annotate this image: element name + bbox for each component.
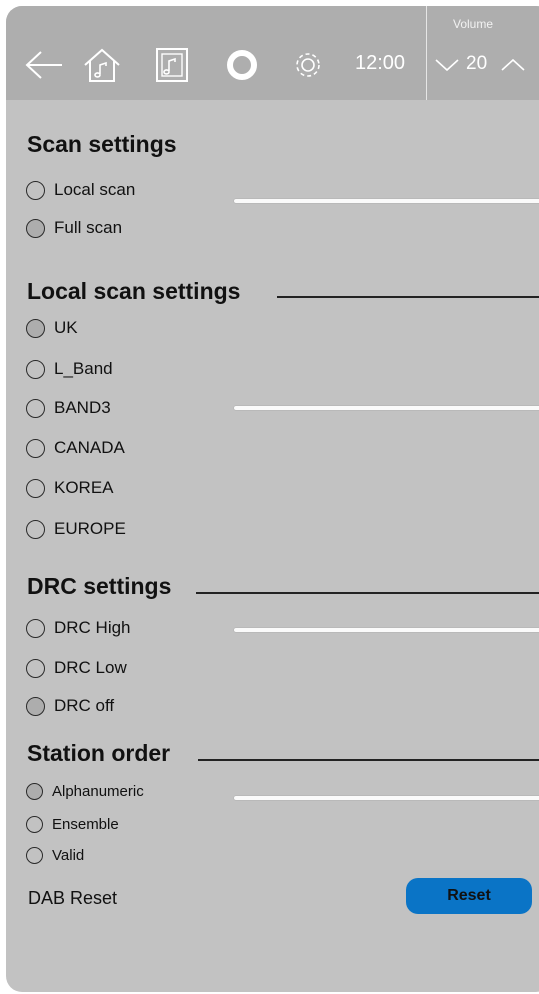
gear-icon[interactable] bbox=[290, 46, 326, 84]
radio-option-l-band[interactable]: L_Band bbox=[26, 359, 113, 379]
local-scan-slider[interactable] bbox=[234, 406, 539, 410]
radio-button[interactable] bbox=[26, 519, 45, 539]
radio-label: DRC High bbox=[54, 618, 131, 637]
radio-button[interactable] bbox=[26, 478, 45, 498]
radio-option-drc-high[interactable]: DRC High bbox=[26, 618, 131, 638]
radio-option-ensemble[interactable]: Ensemble bbox=[26, 816, 119, 833]
volume-divider bbox=[426, 6, 427, 100]
dab-reset-label: DAB Reset bbox=[28, 888, 118, 908]
back-arrow-icon[interactable] bbox=[24, 46, 64, 84]
radio-button[interactable] bbox=[26, 696, 45, 716]
radio-option-drc-low[interactable]: DRC Low bbox=[26, 658, 127, 678]
chevron-up-icon[interactable] bbox=[500, 46, 526, 84]
scan-settings-slider[interactable] bbox=[234, 199, 539, 203]
clock: 12:00 bbox=[355, 52, 406, 74]
radio-button[interactable] bbox=[26, 438, 45, 458]
home-icon[interactable] bbox=[82, 46, 122, 84]
volume-value: 20 bbox=[466, 53, 488, 74]
radio-option-full-scan[interactable]: Full scan bbox=[26, 218, 122, 238]
chevron-down-icon[interactable] bbox=[434, 46, 460, 84]
radio-label: CANADA bbox=[54, 438, 125, 457]
radio-button[interactable] bbox=[26, 359, 45, 379]
section-divider bbox=[198, 759, 539, 761]
volume-label: Volume bbox=[453, 17, 494, 31]
radio-button[interactable] bbox=[26, 398, 45, 418]
top-bar: 12:00 Volume 20 bbox=[6, 6, 539, 100]
radio-button[interactable] bbox=[26, 218, 45, 238]
section-title-local-scan-settings: Local scan settings bbox=[27, 278, 241, 304]
radio-button[interactable] bbox=[26, 180, 45, 200]
section-divider bbox=[196, 592, 539, 594]
music-icon[interactable] bbox=[155, 46, 189, 84]
station-order-slider[interactable] bbox=[234, 796, 539, 800]
section-divider bbox=[277, 296, 539, 298]
radio-option-korea[interactable]: KOREA bbox=[26, 478, 114, 498]
radio-label: Ensemble bbox=[52, 816, 119, 833]
radio-button[interactable] bbox=[26, 318, 45, 338]
section-title-drc-settings: DRC settings bbox=[27, 573, 172, 599]
radio-option-uk[interactable]: UK bbox=[26, 318, 78, 338]
radio-label: DRC Low bbox=[54, 658, 127, 677]
radio-option-europe[interactable]: EUROPE bbox=[26, 519, 126, 539]
radio-label: DRC off bbox=[54, 696, 115, 715]
radio-option-local-scan[interactable]: Local scan bbox=[26, 180, 135, 200]
radio-option-valid[interactable]: Valid bbox=[26, 847, 84, 864]
radio-label: KOREA bbox=[54, 478, 114, 497]
section-title-station-order: Station order bbox=[27, 740, 171, 766]
settings-panel: 12:00 Volume 20 Scan settings Local scan… bbox=[6, 6, 539, 992]
radio-label: EUROPE bbox=[54, 519, 126, 538]
reset-button[interactable]: Reset bbox=[406, 878, 532, 914]
radio-button[interactable] bbox=[26, 847, 43, 864]
radio-option-alphanumeric[interactable]: Alphanumeric bbox=[26, 783, 144, 800]
circle-icon[interactable] bbox=[224, 46, 260, 84]
section-title-scan-settings: Scan settings bbox=[27, 131, 177, 157]
radio-option-canada[interactable]: CANADA bbox=[26, 438, 125, 458]
radio-label: UK bbox=[54, 318, 78, 337]
radio-button[interactable] bbox=[26, 783, 43, 800]
radio-button[interactable] bbox=[26, 658, 45, 678]
radio-button[interactable] bbox=[26, 618, 45, 638]
radio-label: Alphanumeric bbox=[52, 783, 144, 800]
radio-label: Local scan bbox=[54, 180, 136, 199]
drc-slider[interactable] bbox=[234, 628, 539, 632]
radio-option-band3[interactable]: BAND3 bbox=[26, 398, 111, 418]
radio-label: Valid bbox=[52, 847, 85, 864]
radio-label: L_Band bbox=[54, 359, 113, 378]
radio-option-drc-off[interactable]: DRC off bbox=[26, 696, 114, 716]
radio-label: Full scan bbox=[54, 218, 123, 237]
radio-label: BAND3 bbox=[54, 398, 111, 417]
radio-button[interactable] bbox=[26, 816, 43, 833]
